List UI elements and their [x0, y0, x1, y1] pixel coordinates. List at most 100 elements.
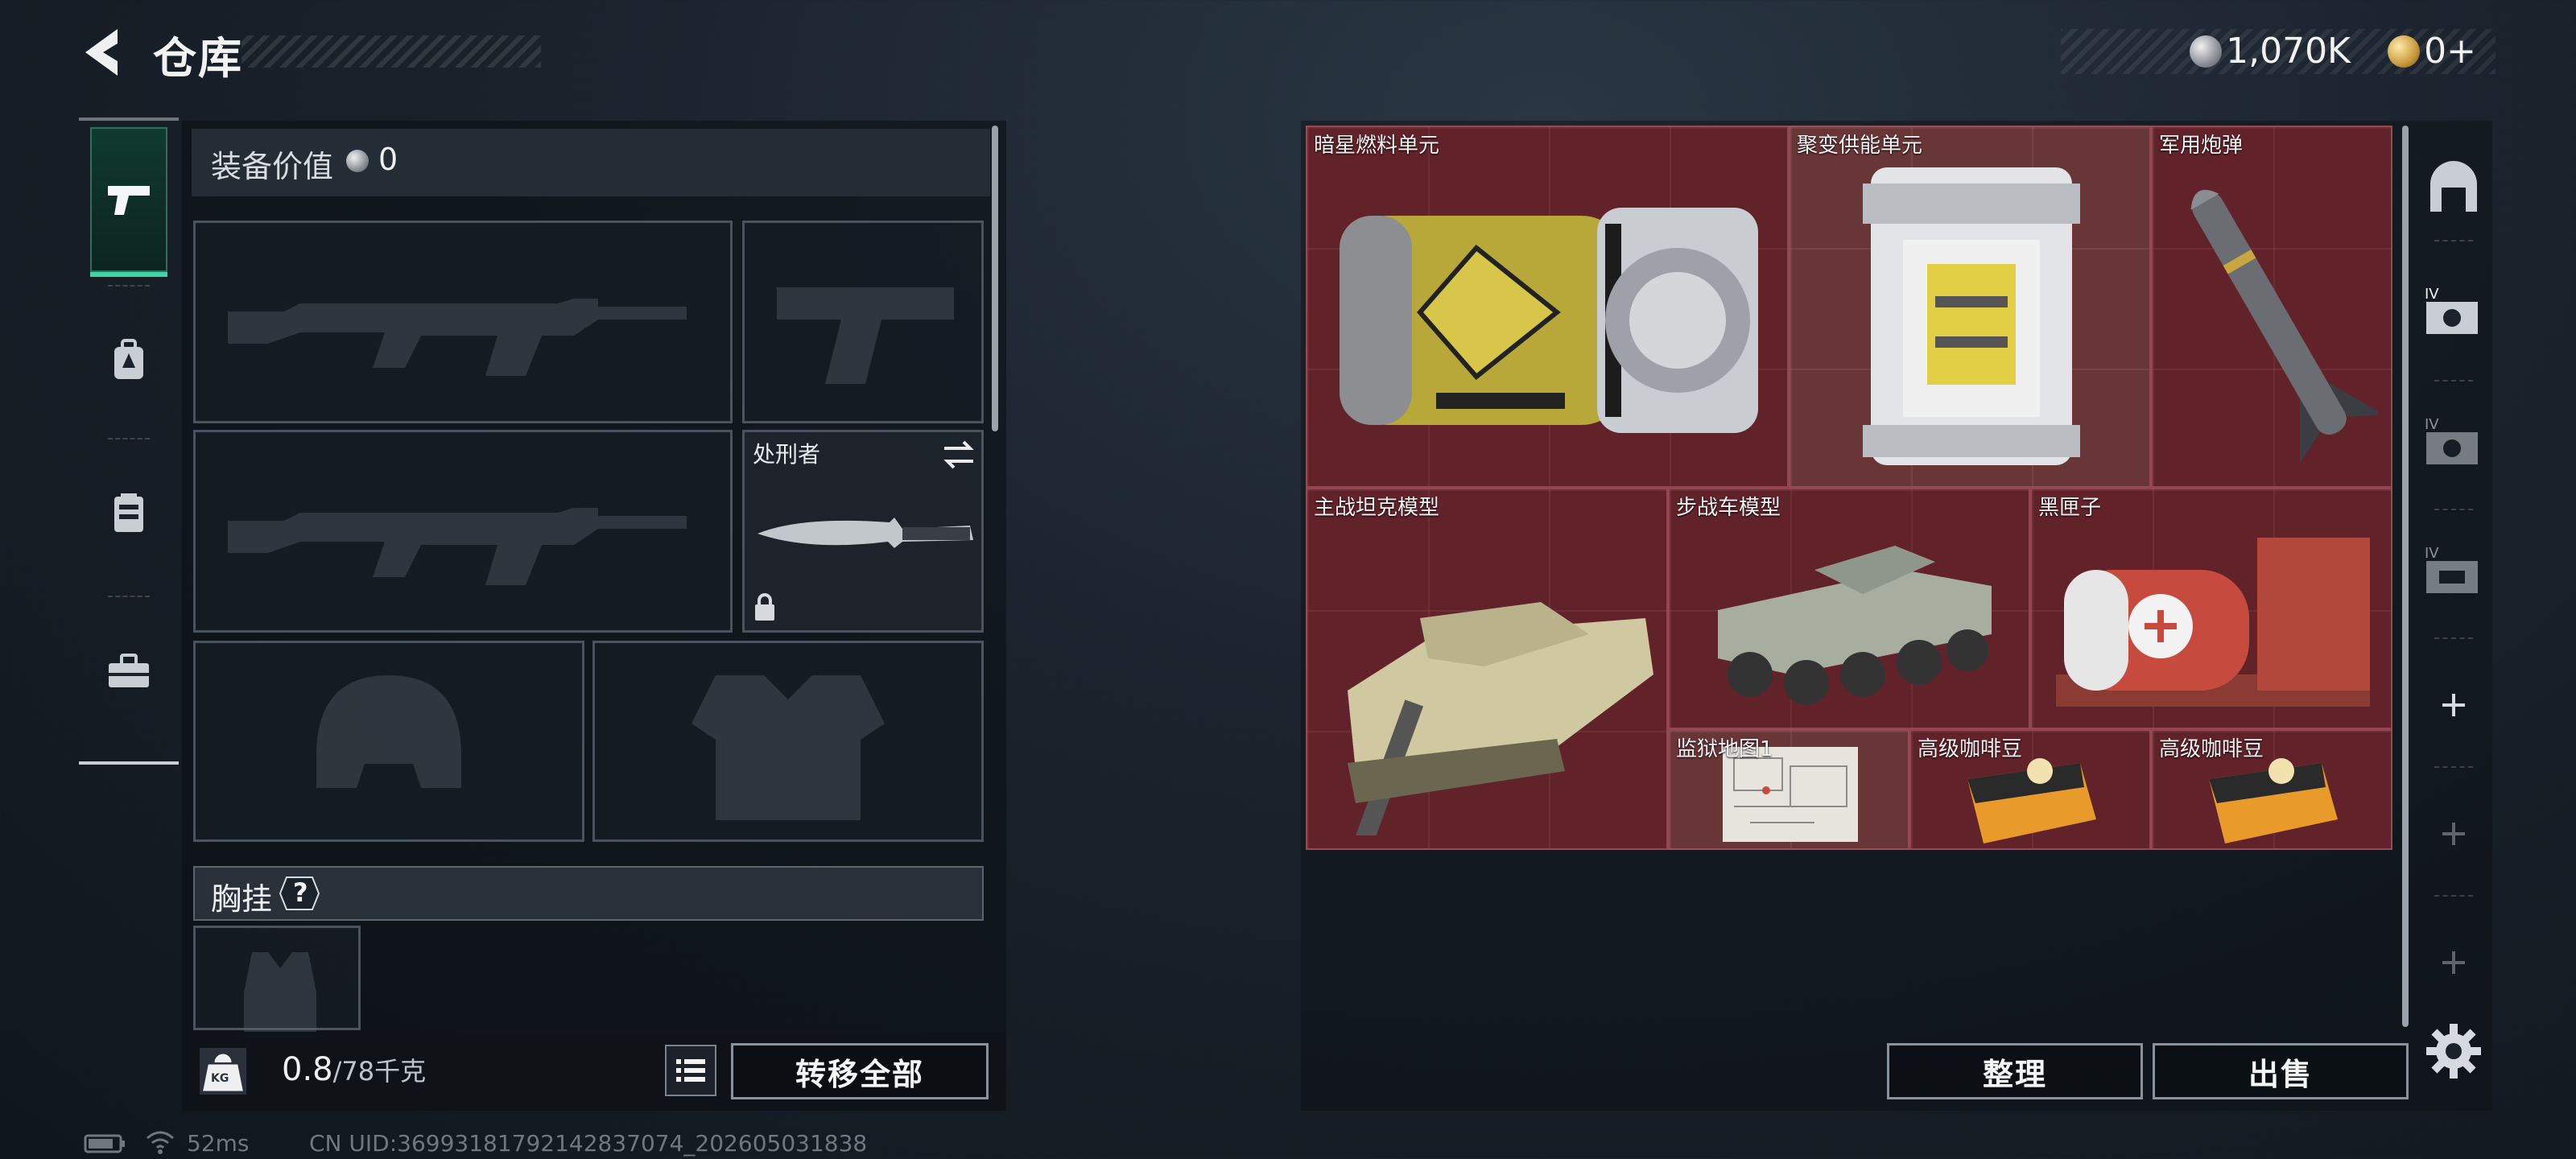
inventory-item[interactable]: 军用炮弹 [2151, 126, 2392, 488]
rail-tab-chest-rig[interactable] [90, 441, 167, 586]
user-uid: CN UID:36993181792142837074_202605031838 [309, 1130, 868, 1157]
missile-icon [2190, 190, 2378, 464]
rail-tab-storage-4b[interactable]: IV [2421, 409, 2486, 473]
backpack-icon [114, 339, 143, 379]
primary-weapon-slot[interactable] [193, 221, 733, 423]
knife-icon [758, 518, 973, 548]
rail-separator [108, 438, 150, 439]
help-icon[interactable]: ? [279, 874, 320, 913]
sort-button[interactable]: 整理 [1887, 1043, 2143, 1099]
item-name: 军用炮弹 [2159, 134, 2244, 158]
rail-separator [108, 285, 150, 287]
page-title: 仓库 [153, 33, 243, 84]
kg-label: KG [211, 1072, 229, 1085]
item-name: 黑匣子 [2038, 496, 2102, 520]
helmet-silhouette-icon [316, 675, 461, 788]
list-icon [676, 1059, 705, 1082]
rail-separator [2434, 766, 2473, 768]
rail-tab-weapons[interactable] [90, 127, 167, 277]
currency-gold-value: 0+ [2424, 31, 2476, 72]
item-name: 聚变供能单元 [1797, 134, 1923, 158]
rail-tab-storage-main[interactable] [2421, 156, 2486, 221]
rifle-silhouette-icon [228, 508, 687, 585]
rail-divider [79, 761, 179, 765]
svg-text:IV: IV [2425, 416, 2439, 433]
lock-icon [755, 593, 774, 621]
plus-icon [2442, 694, 2465, 716]
armor-silhouette-icon [691, 675, 885, 820]
silver-coin-icon [2190, 35, 2222, 68]
item-name: 监狱地图1 [1676, 737, 1773, 761]
inventory-item[interactable]: 暗星燃料单元 [1306, 126, 1789, 488]
inventory-item[interactable]: 监狱地图1 [1668, 729, 1909, 850]
rail-tab-storage-4a[interactable]: IV [2421, 278, 2486, 343]
case-iv-icon: IV [2425, 545, 2478, 593]
item-name: 主战坦克模型 [1314, 496, 1440, 520]
case-iv-icon: IV [2425, 416, 2478, 464]
rail-tab-backpack[interactable] [90, 288, 167, 433]
transfer-all-button[interactable]: 转移全部 [731, 1043, 989, 1099]
chest-rig-silhouette-icon [244, 952, 316, 1033]
weight-current: 0.8 [282, 1051, 333, 1088]
currency-silver[interactable]: 1,070K [2190, 31, 2351, 72]
svg-text:IV: IV [2425, 286, 2439, 303]
rail-divider [79, 118, 179, 121]
inventory-item[interactable]: 聚变供能单元 [1789, 126, 2151, 488]
warehouse-icon [2430, 161, 2477, 212]
category-rail [79, 118, 179, 766]
item-name: 暗星燃料单元 [1314, 134, 1440, 158]
chest-rig-slot[interactable] [193, 926, 361, 1033]
add-storage-button[interactable] [2421, 930, 2486, 995]
item-name: 高级咖啡豆 [1918, 737, 2023, 761]
inventory-item[interactable]: 黑匣子 [2030, 488, 2392, 729]
equipment-value-label: 装备价值 [211, 149, 334, 184]
rail-separator [2434, 895, 2473, 897]
svg-text:IV: IV [2425, 545, 2439, 562]
case-iv-icon: IV [2425, 286, 2478, 334]
rail-tab-toolbox[interactable] [90, 599, 167, 744]
equipment-scrollbar[interactable] [992, 126, 998, 431]
item-name: 高级咖啡豆 [2159, 737, 2264, 761]
wifi-icon [146, 1131, 174, 1154]
melee-slot[interactable]: 处刑者 [742, 430, 984, 633]
fuel-cell-icon [1340, 208, 1758, 433]
item-name: 步战车模型 [1676, 496, 1781, 520]
inventory-item[interactable]: 高级咖啡豆 [1909, 729, 2151, 850]
add-storage-button[interactable] [2421, 673, 2486, 737]
rail-separator [2434, 637, 2473, 639]
body-armor-slot[interactable] [592, 641, 984, 842]
value-coin-icon [346, 150, 369, 172]
weight-text: 0.8/78千克 [282, 1051, 426, 1088]
back-arrow-icon[interactable] [77, 24, 126, 80]
toolbox-icon [109, 654, 149, 687]
weight-icon: KG [198, 1046, 248, 1096]
chest-rig-section-title: 胸挂 [211, 881, 273, 917]
sell-button[interactable]: 出售 [2153, 1043, 2409, 1099]
currency-gold[interactable]: 0+ [2388, 31, 2476, 72]
swap-icon[interactable] [941, 440, 976, 469]
melee-name: 处刑者 [753, 441, 821, 468]
status-bar [84, 1130, 176, 1159]
settings-gear-icon[interactable] [2423, 1021, 2484, 1082]
inventory-item[interactable]: 高级咖啡豆 [2151, 729, 2392, 850]
inventory-item[interactable]: 主战坦克模型 [1306, 488, 1668, 850]
add-storage-button[interactable] [2421, 802, 2486, 866]
helmet-slot[interactable] [193, 641, 584, 842]
inventory-item[interactable]: 步战车模型 [1668, 488, 2030, 729]
tank-model-icon [1348, 602, 1653, 835]
pistol-silhouette-icon [777, 287, 954, 384]
currency-silver-value: 1,070K [2226, 31, 2351, 72]
list-view-button[interactable] [665, 1045, 716, 1096]
rifle-silhouette-icon [228, 299, 687, 376]
secondary-weapon-slot[interactable] [193, 430, 733, 633]
battery-icon [84, 1134, 125, 1153]
pistol-icon [108, 186, 150, 215]
fusion-core-icon [1863, 167, 2080, 465]
ifv-model-icon [1718, 546, 1992, 705]
rail-separator [2434, 380, 2473, 382]
rail-tab-storage-4c[interactable]: IV [2421, 538, 2486, 602]
sidearm-slot[interactable] [742, 221, 984, 423]
plus-icon [2442, 823, 2465, 845]
ping-value: 52ms [187, 1130, 250, 1157]
inventory-scrollbar[interactable] [2402, 126, 2409, 1027]
